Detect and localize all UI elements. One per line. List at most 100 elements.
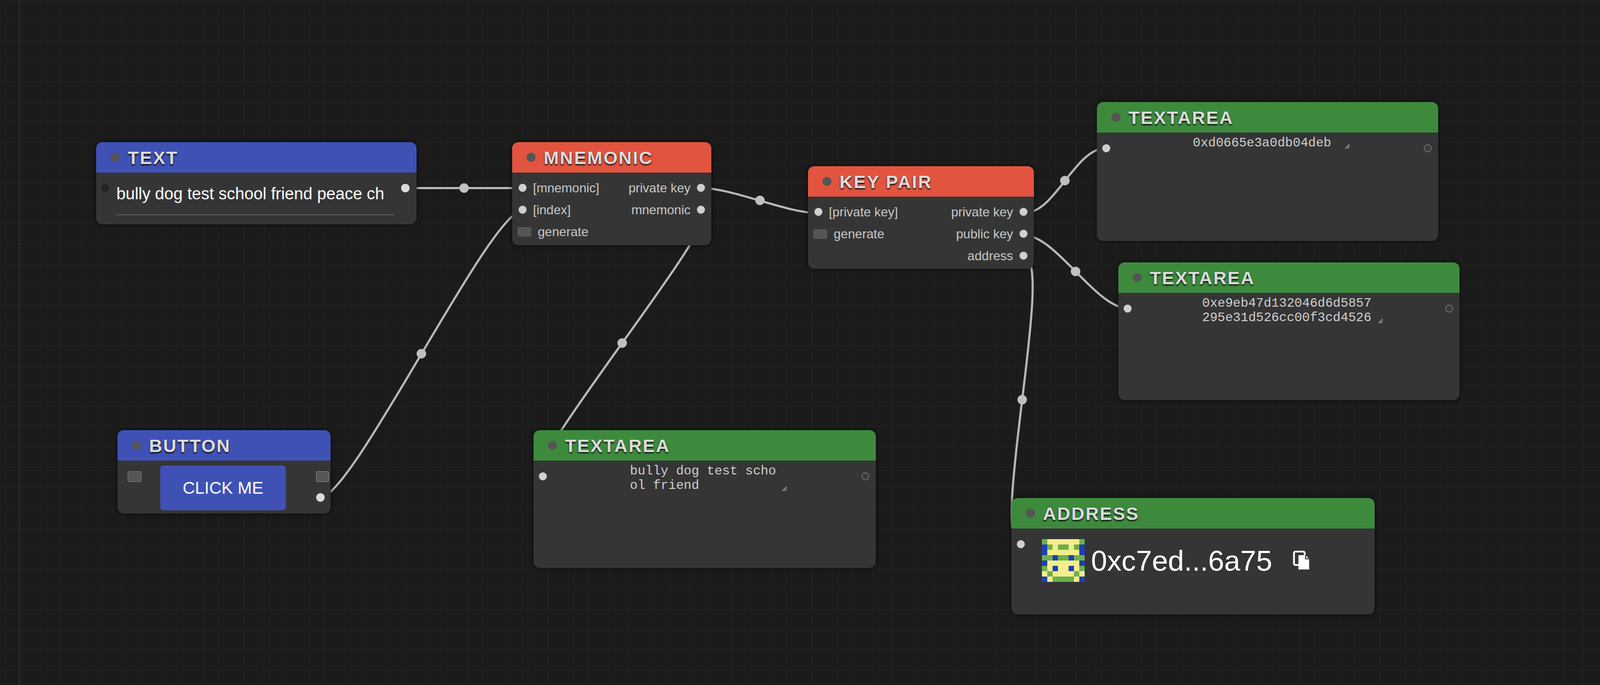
output-port[interactable] xyxy=(401,183,410,193)
wire-handle[interactable] xyxy=(755,195,765,206)
node-body: bully dog test school friend peace ch xyxy=(96,172,417,225)
node-header[interactable]: TEXTAREA xyxy=(1096,102,1439,133)
wire xyxy=(1023,147,1107,214)
port-label: generate xyxy=(833,224,885,244)
port-label: generate xyxy=(537,222,589,242)
node-header[interactable]: KEY PAIR xyxy=(808,166,1034,197)
port-row: [mnemonic] private key xyxy=(512,176,712,199)
node-header[interactable]: TEXTAREA xyxy=(1118,262,1460,293)
node[interactable]: BUTTON CLICK ME xyxy=(117,429,331,514)
input-port[interactable] xyxy=(1016,539,1025,548)
node-title: TEXTAREA xyxy=(565,436,671,455)
port-row: [private key] private key xyxy=(808,200,1034,223)
input-port[interactable] xyxy=(1102,144,1111,153)
wire-handle[interactable] xyxy=(1060,175,1070,186)
input-port[interactable] xyxy=(1123,304,1132,313)
output-port[interactable] xyxy=(1019,229,1028,238)
node[interactable]: MNEMONIC [mnemonic] private key[index]mnem… xyxy=(512,142,712,246)
canvas-edge xyxy=(18,0,20,685)
wire xyxy=(1023,234,1128,309)
port-row: [index]mnemonic xyxy=(512,198,712,221)
port-label: private key xyxy=(951,202,1014,222)
port-label: mnemonic xyxy=(631,200,691,220)
port-label: private key xyxy=(628,178,691,198)
input-port[interactable] xyxy=(101,184,109,192)
node-title: BUTTON xyxy=(148,436,231,455)
wire-handle[interactable] xyxy=(1070,266,1081,277)
generate-checkbox[interactable] xyxy=(813,229,828,239)
node-header[interactable]: TEXTAREA xyxy=(533,429,876,461)
wire-handle[interactable] xyxy=(1017,394,1027,405)
input-port[interactable] xyxy=(518,205,527,214)
port-label: address xyxy=(967,246,1014,266)
input-toggle[interactable] xyxy=(127,471,142,482)
port-label: [private key] xyxy=(828,202,898,222)
text-area[interactable]: 0xe9eb47d132046d6d5857295e31d526cc00f3cd… xyxy=(1202,295,1376,325)
node-body: 0xc7ed...6a75 xyxy=(1011,528,1375,615)
output-port[interactable] xyxy=(316,492,325,502)
node[interactable]: KEY PAIR[private key]private keygenerate… xyxy=(808,166,1034,269)
output-port[interactable] xyxy=(1019,207,1028,216)
node-body: 0xd0665e3a0db04deb xyxy=(1096,132,1439,241)
node[interactable]: ADDRESS 0xc7ed...6a75 xyxy=(1011,497,1375,615)
collapse-dot[interactable] xyxy=(131,440,141,450)
graph-canvas[interactable]: TEXT bully dog test school friend peace c… xyxy=(0,0,1600,685)
resize-handle-icon[interactable] xyxy=(1343,142,1351,149)
node-title: TEXTAREA xyxy=(1128,108,1234,127)
node[interactable]: TEXTAREA bully dog test school friend xyxy=(533,429,876,568)
port-label: [mnemonic] xyxy=(532,178,600,198)
input-port[interactable] xyxy=(538,472,547,481)
output-port[interactable] xyxy=(696,205,705,214)
output-toggle[interactable] xyxy=(316,471,329,482)
input-port[interactable] xyxy=(814,207,823,216)
wire-handle[interactable] xyxy=(416,348,427,359)
input-port[interactable] xyxy=(518,183,527,192)
node-title: ADDRESS xyxy=(1042,504,1140,523)
click-button[interactable]: CLICK ME xyxy=(160,465,286,511)
collapse-dot[interactable] xyxy=(526,152,536,162)
node-title: TEXTAREA xyxy=(1149,268,1256,287)
node-body: CLICK ME xyxy=(117,460,331,514)
collapse-dot[interactable] xyxy=(110,152,120,162)
node-body: 0xe9eb47d132046d6d5857295e31d526cc00f3cd… xyxy=(1118,292,1460,400)
node-header[interactable]: MNEMONIC xyxy=(512,142,712,173)
collapse-dot[interactable] xyxy=(1111,112,1121,122)
collapse-dot[interactable] xyxy=(1025,508,1035,518)
node-header[interactable]: TEXT xyxy=(96,142,417,173)
output-port[interactable] xyxy=(1445,304,1454,313)
node-body: bully dog test school friend xyxy=(533,460,876,568)
node-title: KEY PAIR xyxy=(839,172,932,191)
generate-checkbox[interactable] xyxy=(517,226,532,237)
node[interactable]: TEXTAREA 0xe9eb47d132046d6d5857295e31d526… xyxy=(1118,262,1460,400)
node-body: [mnemonic] private key[index]mnemonicgene… xyxy=(512,172,712,246)
address-text: 0xc7ed...6a75 xyxy=(1091,545,1273,575)
identicon-icon xyxy=(1041,538,1085,582)
text-input[interactable]: bully dog test school friend peace ch xyxy=(116,182,395,216)
collapse-dot[interactable] xyxy=(822,176,832,186)
wire xyxy=(320,210,523,498)
node-title: MNEMONIC xyxy=(543,148,654,167)
node-header[interactable]: ADDRESS xyxy=(1011,497,1375,529)
resize-handle-icon[interactable] xyxy=(780,484,788,492)
collapse-dot[interactable] xyxy=(547,440,558,450)
wire xyxy=(701,187,819,214)
node[interactable]: TEXTAREA 0xd0665e3a0db04deb xyxy=(1096,102,1439,241)
wire-handle[interactable] xyxy=(459,183,469,193)
collapse-dot[interactable] xyxy=(1132,272,1142,282)
output-port[interactable] xyxy=(696,183,705,192)
port-label: public key xyxy=(955,224,1014,244)
output-port[interactable] xyxy=(1019,251,1028,260)
text-area[interactable]: 0xd0665e3a0db04deb xyxy=(1193,135,1343,151)
node[interactable]: TEXT bully dog test school friend peace c… xyxy=(96,142,417,225)
node-title: TEXT xyxy=(127,148,179,167)
wire-handle[interactable] xyxy=(617,338,627,348)
port-row: address xyxy=(808,244,1034,267)
resize-handle-icon[interactable] xyxy=(1376,317,1384,324)
port-row: generate xyxy=(512,220,712,243)
port-row: generate public key xyxy=(808,222,1034,245)
output-port[interactable] xyxy=(1423,144,1432,153)
output-port[interactable] xyxy=(861,472,870,481)
copy-icon[interactable] xyxy=(1291,549,1313,571)
text-area[interactable]: bully dog test school friend xyxy=(630,463,780,493)
node-header[interactable]: BUTTON xyxy=(117,429,331,461)
